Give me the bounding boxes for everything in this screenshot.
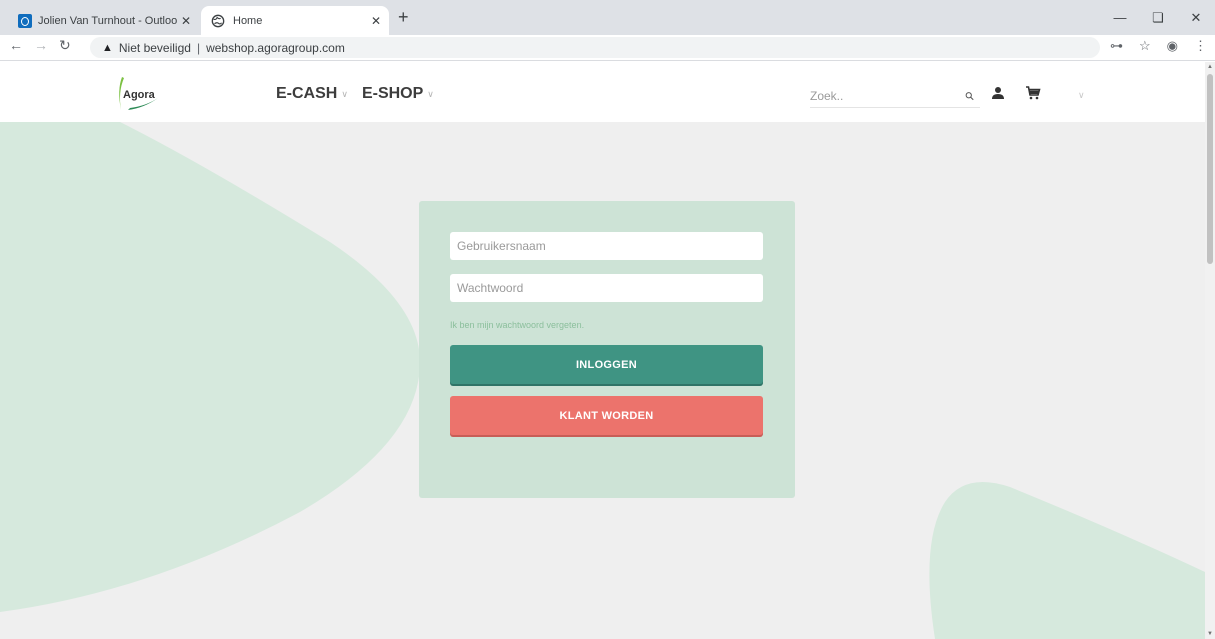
address-bar: ← → ↻ ▲ Niet beveiligd | webshop.agoragr… xyxy=(0,35,1215,61)
user-icon[interactable] xyxy=(991,86,1005,100)
globe-icon xyxy=(211,14,225,27)
password-field[interactable] xyxy=(450,274,763,302)
browser-tab-bar: Jolien Van Turnhout - Outlook W ✕ Home ✕… xyxy=(0,0,1215,35)
menu-icon[interactable]: ⋮ xyxy=(1194,38,1207,54)
main-nav: E-CASH ∨ E-SHOP ∨ xyxy=(276,85,434,103)
search-box xyxy=(810,84,980,108)
browser-tab-outlook[interactable]: Jolien Van Turnhout - Outlook W ✕ xyxy=(8,6,201,35)
url-text: webshop.agoragroup.com xyxy=(206,40,345,55)
scroll-thumb[interactable] xyxy=(1207,74,1213,264)
forgot-password-link[interactable]: Ik ben mijn wachtwoord vergeten. xyxy=(450,320,584,330)
warning-icon: ▲ xyxy=(102,41,113,54)
chevron-down-icon: ∨ xyxy=(427,88,434,99)
username-field[interactable] xyxy=(450,232,763,260)
scroll-up-icon[interactable]: ▲ xyxy=(1205,62,1215,72)
minimize-icon[interactable]: — xyxy=(1101,0,1139,35)
security-label: Niet beveiligd xyxy=(118,40,191,55)
forward-icon[interactable]: → xyxy=(34,37,48,53)
reload-icon[interactable]: ↻ xyxy=(59,37,71,54)
nav-label: E-CASH xyxy=(276,85,338,102)
restore-icon[interactable]: ❏ xyxy=(1139,0,1177,35)
url-field[interactable]: ▲ Niet beveiligd | webshop.agoragroup.co… xyxy=(90,37,1100,58)
window-controls: — ❏ ✕ xyxy=(1101,0,1215,35)
search-icon[interactable] xyxy=(965,90,974,102)
tab-title: Home xyxy=(233,14,263,27)
close-window-icon[interactable]: ✕ xyxy=(1177,0,1215,35)
search-input[interactable] xyxy=(810,88,965,103)
key-icon[interactable]: ⊶ xyxy=(1110,38,1123,54)
page-scrollbar[interactable]: ▲ ▼ xyxy=(1205,62,1215,639)
login-button[interactable]: INLOGGEN xyxy=(450,345,763,384)
nav-item-e-shop[interactable]: E-SHOP ∨ xyxy=(362,85,434,103)
nav-item-e-cash[interactable]: E-CASH ∨ xyxy=(276,85,348,103)
page-content: Agora E-CASH ∨ E-SHOP ∨ Zoek.. ∨ Gebruik… xyxy=(0,62,1205,639)
cart-icon[interactable] xyxy=(1025,86,1041,100)
scroll-down-icon[interactable]: ▼ xyxy=(1205,629,1215,639)
svg-text:Agora: Agora xyxy=(123,89,156,101)
star-icon[interactable]: ☆ xyxy=(1139,38,1151,54)
chevron-down-icon: ∨ xyxy=(341,88,348,99)
profile-icon[interactable]: ◉ xyxy=(1167,38,1178,54)
close-tab-icon[interactable]: ✕ xyxy=(177,14,195,28)
agora-logo[interactable]: Agora xyxy=(116,72,164,114)
login-card: Ik ben mijn wachtwoord vergeten. INLOGGE… xyxy=(419,201,795,498)
tab-title: Jolien Van Turnhout - Outlook W xyxy=(38,14,177,27)
language-chevron-icon[interactable]: ∨ xyxy=(1078,90,1085,101)
nav-label: E-SHOP xyxy=(361,85,424,102)
back-icon[interactable]: ← xyxy=(9,37,23,53)
outlook-icon xyxy=(18,13,32,28)
browser-tab-home[interactable]: Home ✕ xyxy=(201,6,389,35)
url-separator: | xyxy=(196,40,201,55)
toolbar-right: ⊶ ☆ ◉ ⋮ xyxy=(1110,38,1207,54)
become-customer-button[interactable]: KLANT WORDEN xyxy=(450,396,763,435)
site-header: Agora E-CASH ∨ E-SHOP ∨ Zoek.. ∨ xyxy=(0,62,1205,122)
close-tab-icon[interactable]: ✕ xyxy=(367,14,385,28)
new-tab-icon[interactable]: + xyxy=(398,7,409,28)
